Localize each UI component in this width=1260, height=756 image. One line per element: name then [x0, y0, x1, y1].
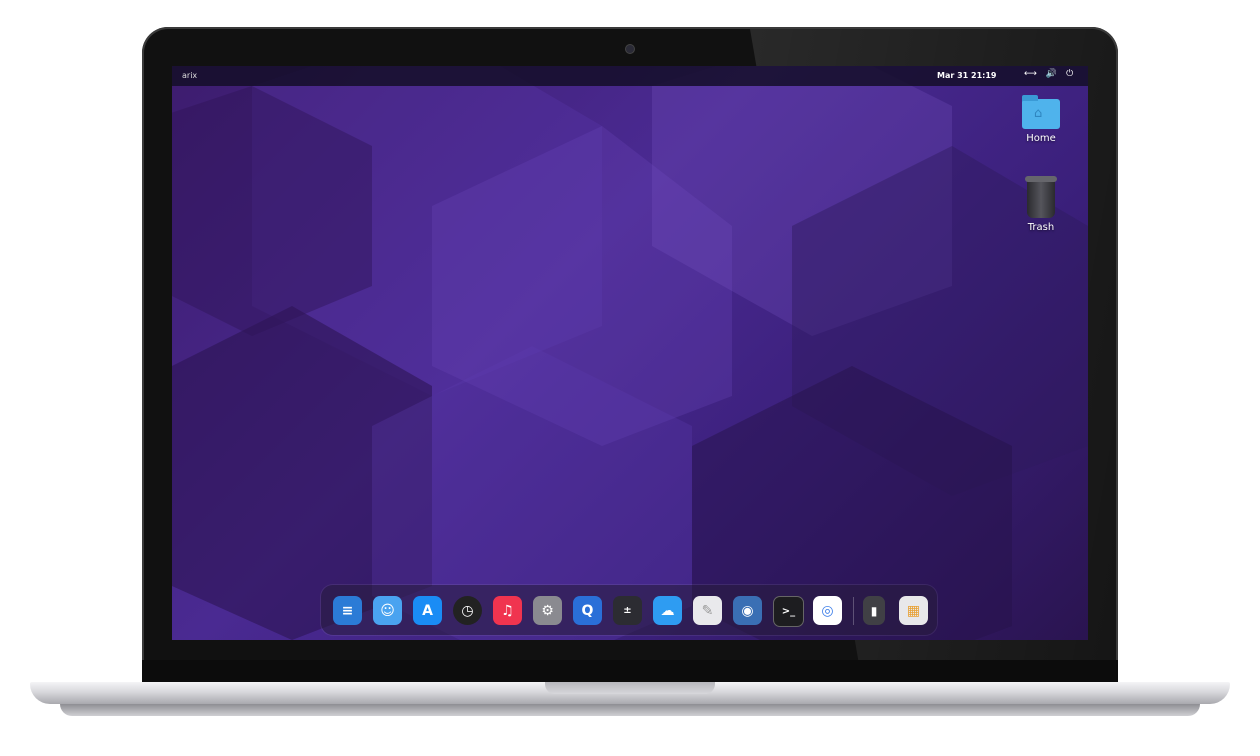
- system-tray[interactable]: ⟷ 🔊 ⏻: [1024, 69, 1073, 79]
- dock-weather[interactable]: ☁: [653, 596, 682, 625]
- browser-icon: ◎: [821, 602, 834, 619]
- quicktime-icon: Q: [581, 602, 594, 619]
- calculator-icon: ±: [623, 605, 632, 616]
- dock-launchpad[interactable]: ▦: [899, 596, 928, 625]
- dock-text-editor[interactable]: ≡: [333, 596, 362, 625]
- top-panel: arix Mar 31 21:19 ⟷ 🔊 ⏻: [172, 66, 1088, 86]
- trash-icon: [1025, 176, 1057, 218]
- desktop-home[interactable]: ⌂ Home: [1011, 95, 1071, 144]
- dock-finder[interactable]: ☺: [373, 596, 402, 625]
- weather-icon: ☁: [660, 602, 675, 619]
- distro-label[interactable]: arix: [182, 71, 197, 80]
- dock-users[interactable]: ◉: [733, 596, 762, 625]
- dock-terminal[interactable]: >_: [773, 596, 804, 627]
- dock-settings[interactable]: ⚙: [533, 596, 562, 625]
- dock-calculator[interactable]: ±: [613, 596, 642, 625]
- app-store-icon: A: [422, 602, 433, 619]
- laptop-base-bottom: [60, 704, 1200, 716]
- clock-icon: ◷: [461, 602, 474, 619]
- dock-browser[interactable]: ◎: [813, 596, 842, 625]
- settings-icon: ⚙: [541, 602, 554, 619]
- dock-notes[interactable]: ✎: [693, 596, 722, 625]
- laptop-opening-notch: [545, 682, 715, 694]
- document-icon: ≡: [341, 602, 354, 619]
- trash-label: Trash: [1027, 222, 1055, 233]
- network-icon[interactable]: ⟷: [1024, 69, 1037, 79]
- notes-icon: ✎: [701, 602, 714, 619]
- dock-separator: [853, 597, 854, 625]
- dock-trash[interactable]: ▮: [863, 596, 885, 625]
- dock-quicktime[interactable]: Q: [573, 596, 602, 625]
- terminal-icon: >_: [781, 606, 796, 617]
- finder-icon: ☺: [380, 602, 395, 619]
- desktop-screen: arix Mar 31 21:19 ⟷ 🔊 ⏻ ⌂ Home Trash ≡ ☺…: [172, 66, 1088, 640]
- dock: ≡ ☺ A ◷ ♫ ⚙ Q ± ☁ ✎ ◉ >_ ◎ ▮ ▦: [321, 585, 937, 635]
- desktop-trash[interactable]: Trash: [1011, 176, 1071, 233]
- home-label: Home: [1026, 133, 1056, 144]
- clock-datetime[interactable]: Mar 31 21:19: [937, 71, 996, 80]
- dock-app-store[interactable]: A: [413, 596, 442, 625]
- launchpad-icon: ▦: [906, 602, 921, 619]
- dock-music[interactable]: ♫: [493, 596, 522, 625]
- home-folder-icon: ⌂: [1022, 95, 1060, 129]
- wallpaper: [172, 66, 1088, 640]
- music-icon: ♫: [501, 602, 514, 619]
- volume-icon[interactable]: 🔊: [1046, 69, 1057, 79]
- power-icon[interactable]: ⏻: [1066, 69, 1073, 79]
- webcam: [626, 45, 634, 53]
- dock-clock[interactable]: ◷: [453, 596, 482, 625]
- users-icon: ◉: [741, 602, 754, 619]
- laptop-chin: [142, 660, 1118, 682]
- trash-icon: ▮: [870, 603, 878, 618]
